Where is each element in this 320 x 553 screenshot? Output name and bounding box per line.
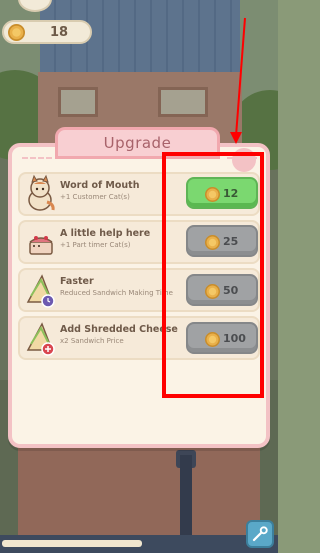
item-title: A little help here xyxy=(60,228,151,239)
sandwich-clock-icon xyxy=(26,274,55,308)
coin-count: 18 xyxy=(50,25,69,40)
annotation-box xyxy=(162,152,264,398)
coin-counter: 18 xyxy=(2,20,92,44)
tools-button[interactable] xyxy=(246,520,274,548)
cat-icon xyxy=(28,174,55,211)
coin-icon xyxy=(8,24,25,41)
item-title: Add Shredded Cheese xyxy=(60,324,178,335)
wrench-icon xyxy=(252,526,268,542)
progress-bar xyxy=(2,540,142,547)
divider xyxy=(22,157,52,159)
item-title: Faster xyxy=(60,276,94,287)
sandwich-plus-icon xyxy=(26,322,55,356)
cake-cat-icon xyxy=(29,236,53,255)
item-title: Word of Mouth xyxy=(60,180,140,191)
